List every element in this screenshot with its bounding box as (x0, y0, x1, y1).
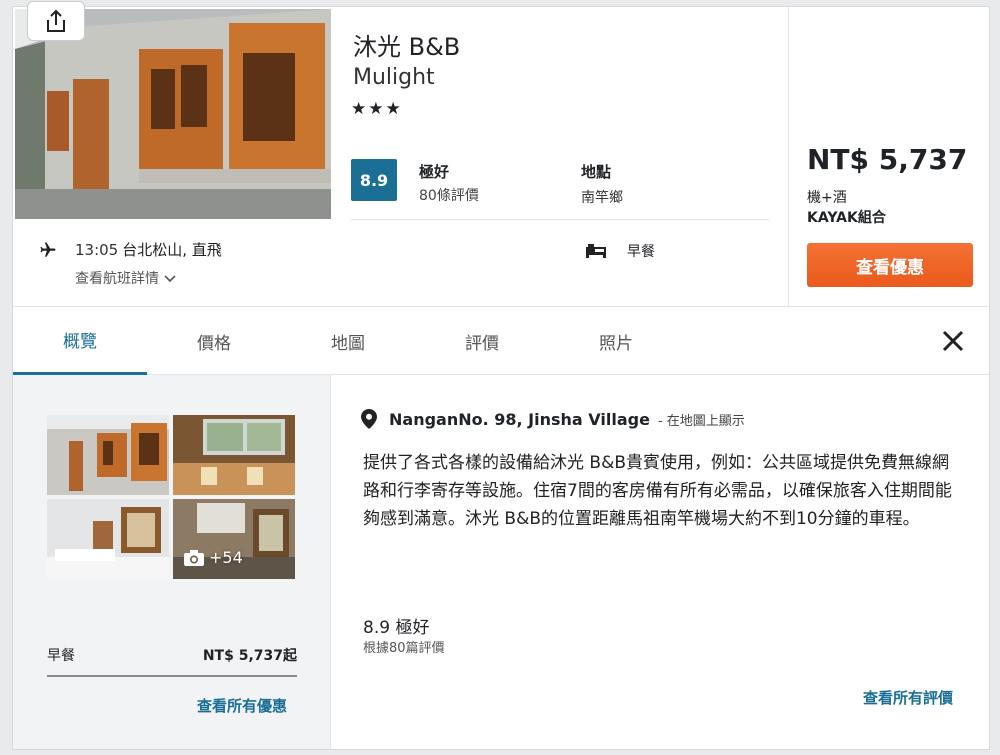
hotel-name: 沐光 B&B (353, 33, 461, 61)
hotel-card: 13:05 台北松山, 直飛 查看航班詳情 沐光 B&B Mulight ★★★… (12, 1, 990, 750)
more-photos-count: +54 (209, 548, 243, 567)
detail-tabs: 概覽 價格 地圖 評價 照片 (13, 307, 989, 375)
flight-details-link[interactable]: 查看航班詳情 (75, 268, 222, 288)
tab-photos[interactable]: 照片 (549, 307, 683, 375)
view-deal-button[interactable]: 查看優惠 (807, 243, 973, 287)
star-rating: ★★★ (351, 99, 403, 119)
amenity-breakfast: 早餐 (585, 241, 655, 261)
address: NanganNo. 98, Jinsha Village (389, 409, 650, 429)
photo-exterior (47, 415, 169, 495)
view-all-deals-link[interactable]: 查看所有優惠 (197, 695, 287, 716)
flight-details-label: 查看航班詳情 (75, 271, 159, 287)
airplane-icon (40, 242, 56, 257)
location-label: 地點 (581, 163, 612, 181)
address-row: NanganNo. 98, Jinsha Village - 在地圖上顯示 (361, 409, 745, 429)
review-summary-score: 8.9 極好 (363, 618, 430, 638)
close-button[interactable] (937, 325, 969, 357)
amenity-label: 早餐 (627, 244, 655, 260)
flight-info: 13:05 台北松山, 直飛 查看航班詳情 (39, 239, 222, 288)
package-type: 機+酒 (807, 190, 847, 206)
rate-price: NT$ 5,737起 (202, 648, 297, 664)
close-icon (942, 330, 964, 352)
tab-reviews[interactable]: 評價 (415, 307, 549, 375)
photo-gallery: +54 (47, 415, 297, 579)
gallery-photo[interactable] (173, 415, 295, 495)
flight-route: 台北松山, 直飛 (122, 241, 222, 259)
chevron-down-icon (164, 275, 176, 283)
hotel-summary: 13:05 台北松山, 直飛 查看航班詳情 沐光 B&B Mulight ★★★… (13, 1, 990, 307)
bed-icon (586, 244, 606, 258)
price: NT$ 5,737 (807, 143, 968, 176)
hotel-description: 提供了各式各樣的設備給沐光 B&B貴賓使用，例如：公共區域提供免費無線網路和行李… (363, 453, 952, 529)
package-provider: KAYAK組合 (807, 210, 886, 226)
gallery-photo[interactable] (47, 415, 169, 495)
photo-room-interior (173, 499, 295, 579)
hotel-name-en: Mulight (353, 65, 435, 90)
photo-rate-panel: +54 早餐 NT$ 5,737起 查看所有優惠 (13, 375, 331, 749)
price-panel: NT$ 5,737 機+酒 KAYAK組合 查看優惠 (788, 7, 990, 307)
tab-map[interactable]: 地圖 (281, 307, 415, 375)
location-value: 南竿鄉 (581, 190, 623, 206)
gallery-photo[interactable] (47, 499, 169, 579)
share-icon (47, 9, 65, 32)
review-score-badge: 8.9 (351, 159, 397, 201)
rate-label: 早餐 (47, 648, 75, 664)
divider (351, 219, 769, 220)
review-summary-count: 根據80篇評價 (363, 641, 445, 656)
review-count: 80條評價 (419, 188, 479, 204)
show-on-map-link[interactable]: - 在地圖上顯示 (658, 410, 745, 429)
share-button[interactable] (27, 1, 85, 41)
map-pin-icon (361, 409, 377, 429)
photo-window-view (173, 415, 295, 495)
camera-icon (184, 549, 204, 566)
more-photos-overlay: +54 (183, 548, 243, 567)
tab-overview[interactable]: 概覽 (13, 307, 147, 375)
photo-bedroom (47, 499, 169, 579)
rate-row: 早餐 NT$ 5,737起 (47, 645, 297, 677)
view-all-reviews-link[interactable]: 查看所有評價 (863, 687, 953, 708)
gallery-photo-more[interactable]: +54 (173, 499, 295, 579)
overview-panel: NanganNo. 98, Jinsha Village - 在地圖上顯示 提供… (331, 375, 989, 749)
flight-time: 13:05 (75, 240, 119, 259)
review-score-label: 極好 (419, 163, 450, 181)
tab-prices[interactable]: 價格 (147, 307, 281, 375)
